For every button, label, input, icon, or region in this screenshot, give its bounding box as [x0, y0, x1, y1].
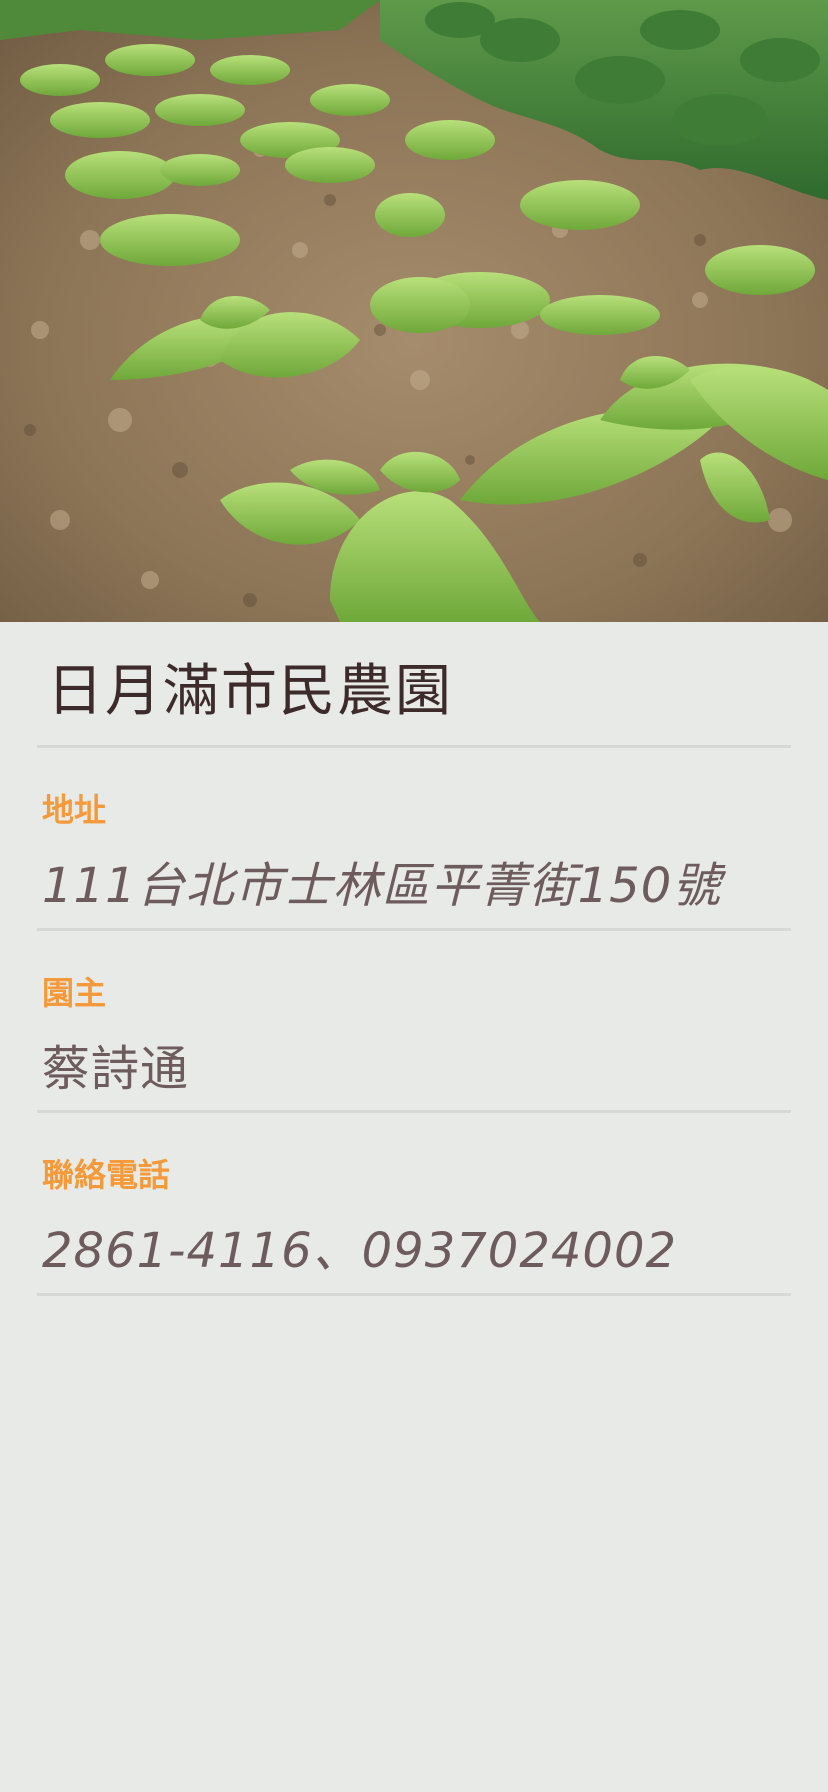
farm-name-title: 日月滿市民農園 — [37, 622, 791, 749]
address-label: 地址 — [42, 791, 107, 830]
phone-field: 聯絡電話 2861-4116、0937024002 — [37, 1113, 791, 1296]
address-field: 地址 111台北市士林區平菁街150號 — [37, 748, 791, 931]
owner-field: 園主 蔡詩通 — [37, 931, 791, 1114]
owner-value: 蔡詩通 — [42, 1040, 190, 1097]
farm-details: 日月滿市民農園 地址 111台北市士林區平菁街150號 園主 蔡詩通 聯絡電話 … — [0, 622, 828, 1296]
owner-label: 園主 — [42, 973, 107, 1012]
phone-label: 聯絡電話 — [42, 1156, 171, 1195]
vegetable-field-photo-icon — [0, 0, 828, 622]
farm-photo — [0, 0, 828, 622]
address-value[interactable]: 111台北市士林區平菁街150號 — [37, 826, 791, 928]
phone-value[interactable]: 2861-4116、0937024002 — [37, 1191, 791, 1293]
